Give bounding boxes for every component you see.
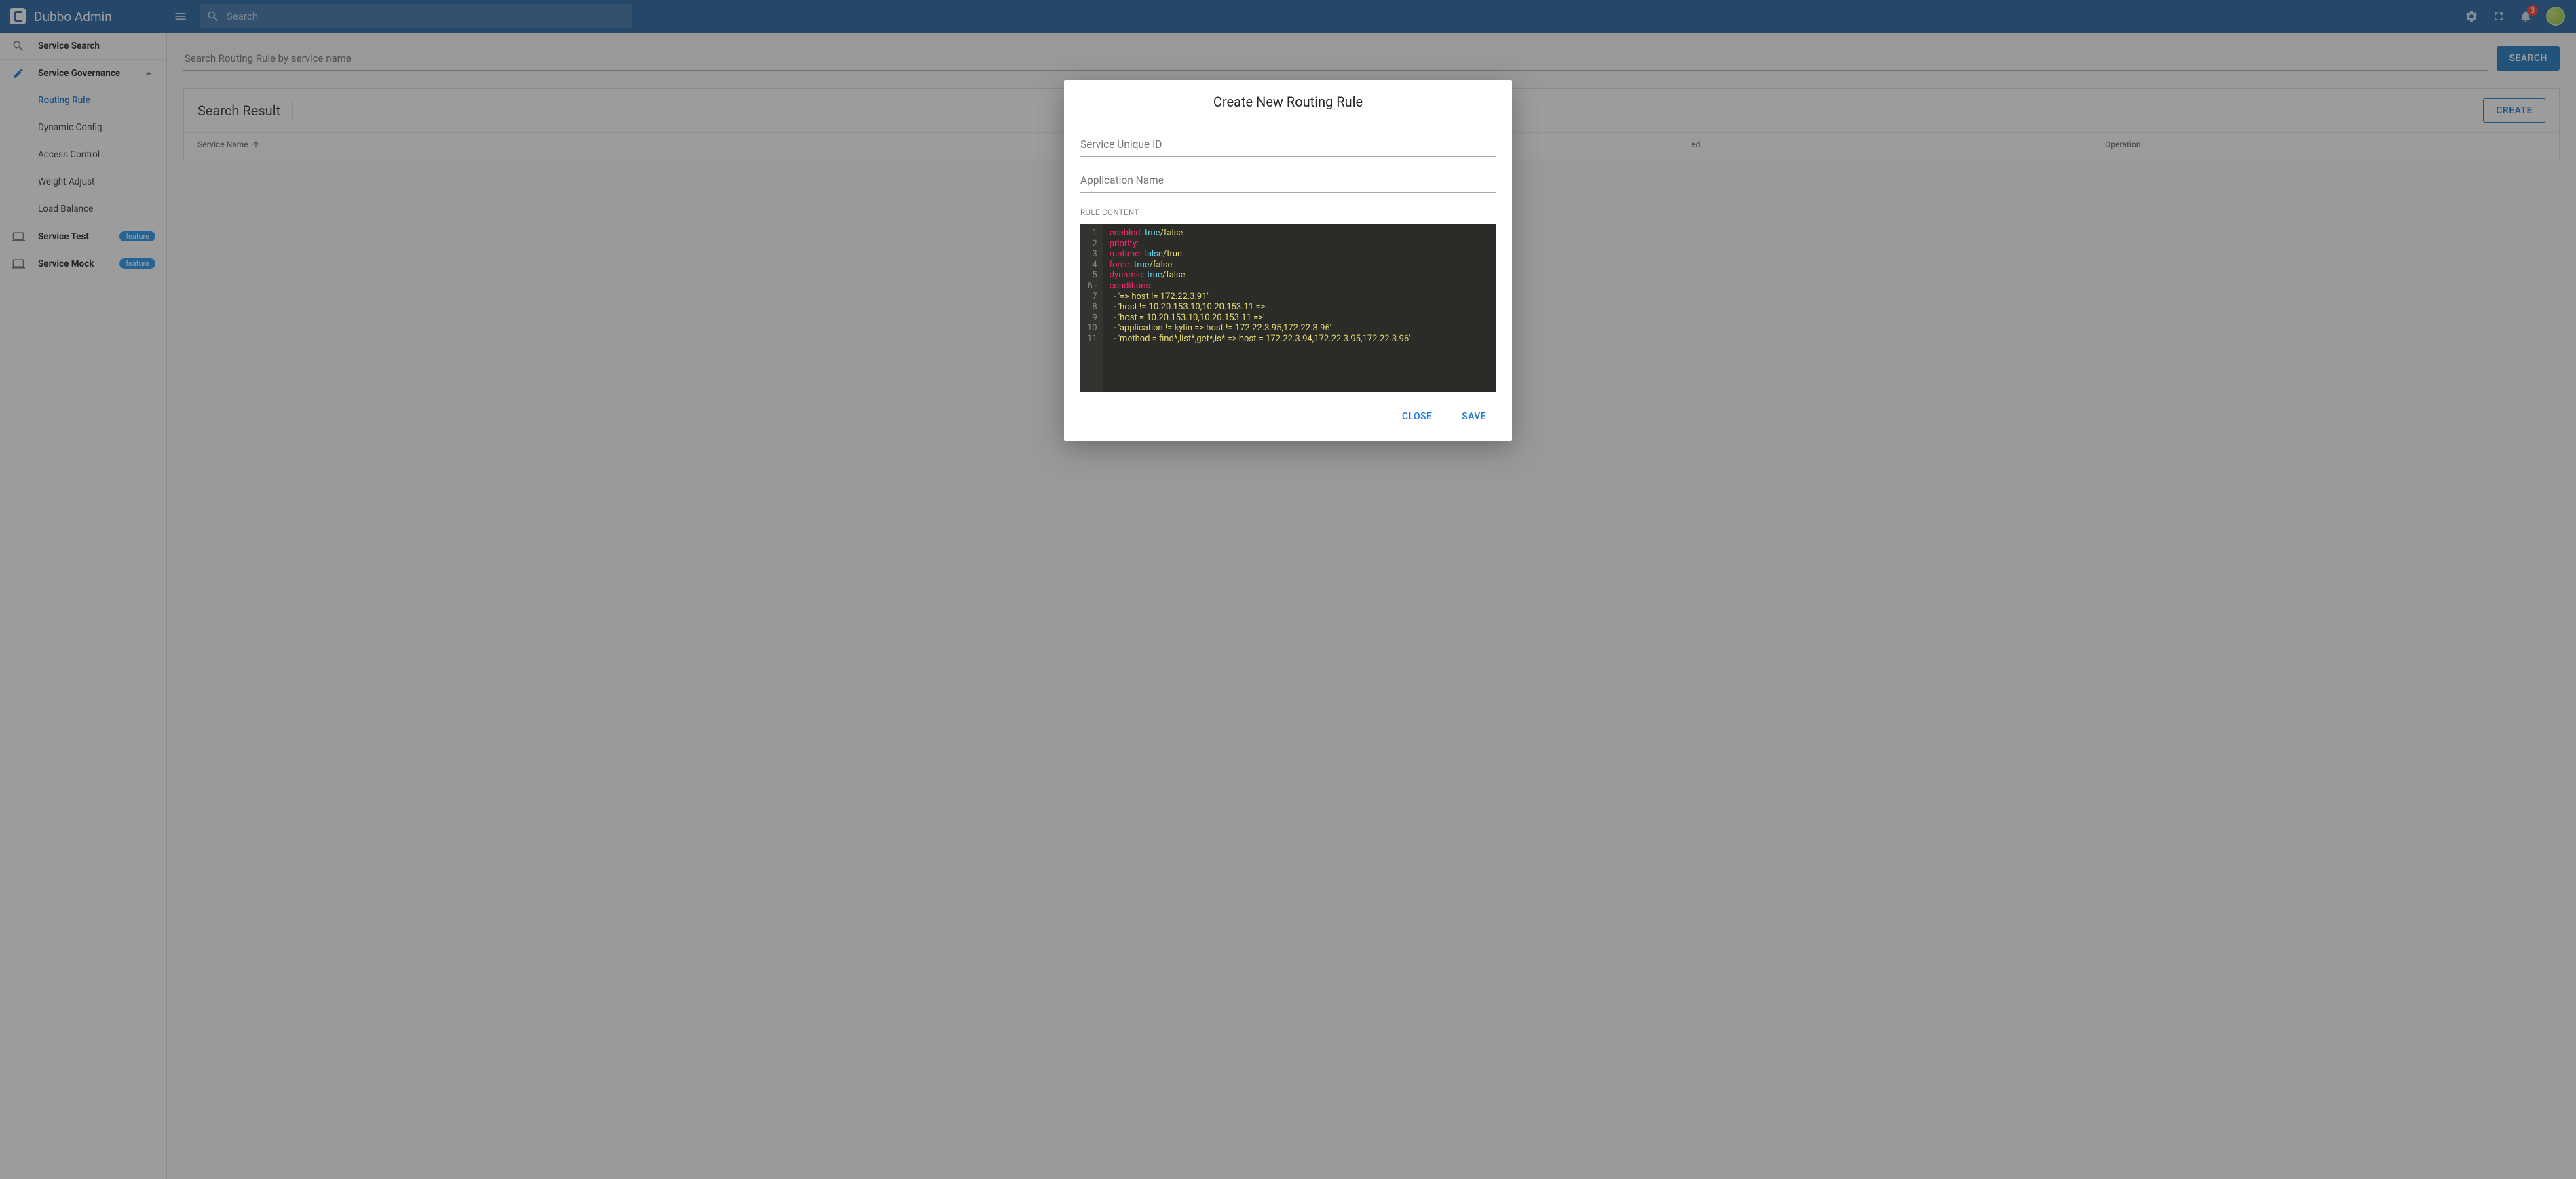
dialog-actions: Close Save [1064,395,1512,441]
create-routing-rule-dialog: Create New Routing Rule Service Unique I… [1064,80,1512,441]
service-id-input[interactable] [1080,136,1496,156]
application-name-field[interactable]: Application Name [1080,172,1496,193]
close-button[interactable]: Close [1395,407,1439,426]
editor-code[interactable]: enabled: true/falsepriority:runtime: fal… [1103,224,1418,392]
service-id-field[interactable]: Service Unique ID [1080,136,1496,157]
save-button[interactable]: Save [1455,407,1493,426]
dialog-title: Create New Routing Rule [1064,80,1512,115]
editor-gutter: 123456 -7891011 [1080,224,1103,392]
modal-overlay[interactable]: Create New Routing Rule Service Unique I… [0,0,2576,1179]
application-name-input[interactable] [1080,172,1496,192]
rule-content-label: Rule Content [1080,208,1496,217]
rule-content-editor[interactable]: 123456 -7891011 enabled: true/falseprior… [1080,224,1496,392]
